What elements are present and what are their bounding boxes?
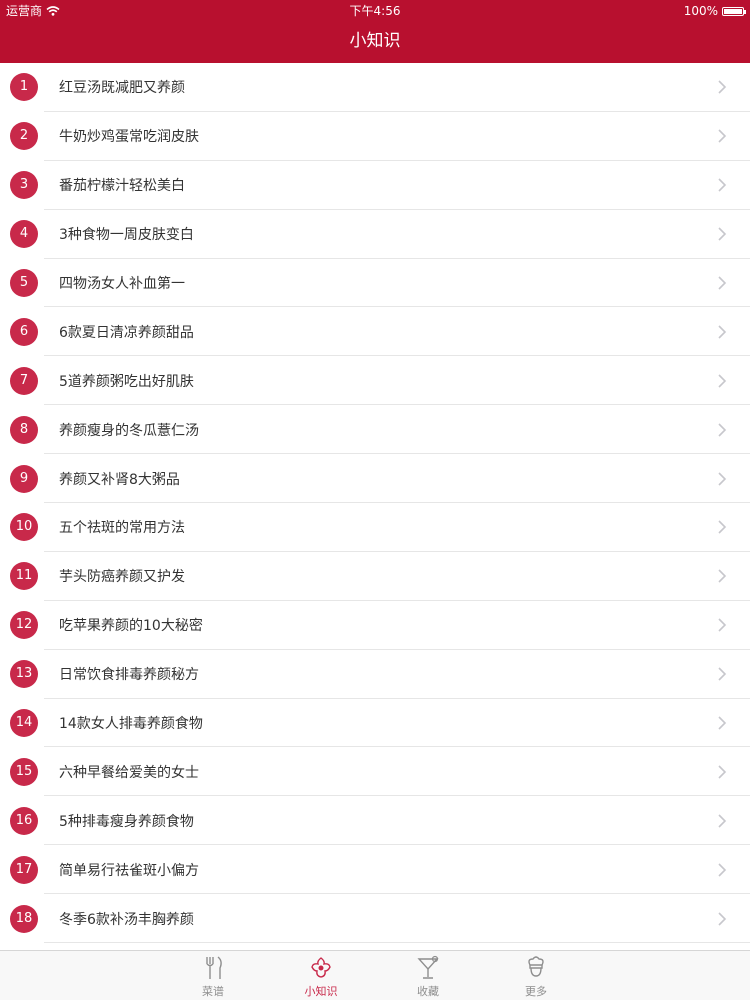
item-title: 冬季6款补汤丰胸养颜 <box>59 911 194 928</box>
list-item[interactable]: 5 四物汤女人补血第一 <box>0 259 750 308</box>
item-title: 四物汤女人补血第一 <box>59 276 185 292</box>
item-title: 5种排毒瘦身养颜食物 <box>59 813 194 830</box>
tab-more[interactable]: 更多 <box>506 955 566 999</box>
chevron-right-icon <box>718 716 727 730</box>
item-number-badge: 6 <box>10 317 38 346</box>
item-title: 番茄柠檬汁轻松美白 <box>59 178 185 195</box>
item-title: 14款女人排毒养颜食物 <box>59 716 203 733</box>
item-title: 3种食物一周皮肤变白 <box>59 227 194 244</box>
nav-header: 运营商 下午4:56 100% 小知识 <box>0 0 750 63</box>
list-item[interactable]: 15 六种早餐给爱美的女士 <box>0 747 750 797</box>
fork-knife-icon <box>206 956 222 979</box>
tab-favorites[interactable]: 收藏 <box>398 955 458 999</box>
tab-label: 小知识 <box>304 985 338 998</box>
flower-icon <box>311 957 331 978</box>
list-item[interactable]: 9 养颜又补肾8大粥品 <box>0 454 750 503</box>
item-number-badge: 18 <box>10 904 38 933</box>
tips-list: 1 红豆汤既减肥又养颜 2 牛奶炒鸡蛋常吃润皮肤 3 番茄柠檬汁轻松美白 4 3种食物一… <box>0 63 750 950</box>
list-item[interactable]: 8 养颜瘦身的冬瓜薏仁汤 <box>0 405 750 455</box>
item-title: 芋头防癌养颜又护发 <box>59 569 185 586</box>
battery-percent: 100% <box>683 4 718 18</box>
chevron-right-icon <box>718 471 727 486</box>
item-number-badge: 14 <box>10 709 38 738</box>
list-item[interactable]: 13 日常饮食排毒养颜秘方 <box>0 650 750 699</box>
item-title: 6款夏日清凉养颜甜品 <box>59 324 194 341</box>
item-number-badge: 10 <box>10 513 38 542</box>
item-number-badge: 17 <box>10 855 38 884</box>
item-title: 牛奶炒鸡蛋常吃润皮肤 <box>59 129 199 146</box>
chevron-right-icon <box>718 765 727 779</box>
chevron-right-icon <box>718 520 727 535</box>
battery-icon <box>722 6 746 16</box>
item-number-badge: 5 <box>10 269 38 297</box>
list-item[interactable]: 4 3种食物一周皮肤变白 <box>0 210 750 259</box>
item-title: 养颜又补肾8大粥品 <box>59 471 180 488</box>
list-item[interactable]: 11 芋头防癌养颜又护发 <box>0 552 750 601</box>
item-number-badge: 12 <box>10 611 38 640</box>
tab-tips[interactable]: 小知识 <box>291 955 351 999</box>
tab-recipes[interactable]: 菜谱 <box>183 955 243 999</box>
item-title: 五个祛斑的常用方法 <box>59 520 185 537</box>
item-number-badge: 4 <box>10 220 38 249</box>
item-title: 吃苹果养颜的10大秘密 <box>59 618 203 635</box>
chevron-right-icon <box>718 569 727 583</box>
cocktail-icon <box>417 955 439 979</box>
list-item[interactable]: 2 牛奶炒鸡蛋常吃润皮肤 <box>0 112 750 161</box>
page-title: 小知识 <box>349 31 401 51</box>
list-item[interactable]: 16 5种排毒瘦身养颜食物 <box>0 796 750 846</box>
chevron-right-icon <box>718 667 727 681</box>
chevron-right-icon <box>718 178 727 192</box>
item-title: 红豆汤既减肥又养颜 <box>59 80 185 97</box>
list-item[interactable]: 6 6款夏日清凉养颜甜品 <box>0 307 750 357</box>
list-item[interactable]: 7 5道养颜粥吃出好肌肤 <box>0 356 750 406</box>
list-item[interactable]: 3 番茄柠檬汁轻松美白 <box>0 161 750 210</box>
item-title: 5道养颜粥吃出好肌肤 <box>59 373 194 390</box>
item-number-badge: 7 <box>10 366 38 395</box>
tab-label: 收藏 <box>417 985 439 998</box>
item-title: 养颜瘦身的冬瓜薏仁汤 <box>59 422 199 439</box>
chevron-right-icon <box>718 814 727 828</box>
list-item[interactable]: 17 简单易行祛雀斑小偏方 <box>0 845 750 895</box>
item-number-badge: 3 <box>10 171 38 200</box>
tab-bar: 菜谱 小知识 收藏 更多 <box>0 950 750 1000</box>
chevron-right-icon <box>718 129 727 143</box>
item-number-badge: 2 <box>10 122 38 151</box>
list-item[interactable]: 14 14款女人排毒养颜食物 <box>0 699 750 748</box>
item-number-badge: 11 <box>10 562 38 591</box>
item-title: 六种早餐给爱美的女士 <box>59 764 199 781</box>
list-item[interactable]: 10 五个祛斑的常用方法 <box>0 503 750 552</box>
chevron-right-icon <box>718 863 727 877</box>
chevron-right-icon <box>718 912 727 926</box>
tab-label: 更多 <box>525 985 547 998</box>
item-number-badge: 16 <box>10 806 38 835</box>
chevron-right-icon <box>718 618 727 632</box>
item-title: 日常饮食排毒养颜秘方 <box>59 667 199 684</box>
item-number-badge: 1 <box>10 73 38 102</box>
chevron-right-icon <box>718 227 727 241</box>
chef-icon <box>528 956 544 977</box>
status-bar: 运营商 下午4:56 100% <box>0 0 750 22</box>
item-number-badge: 15 <box>10 757 38 786</box>
chevron-right-icon <box>718 325 727 339</box>
list-item[interactable]: 18 冬季6款补汤丰胸养颜 <box>0 894 750 943</box>
status-time: 下午4:56 <box>349 4 401 18</box>
item-title: 简单易行祛雀斑小偏方 <box>59 862 199 879</box>
chevron-right-icon <box>718 80 727 95</box>
chevron-right-icon <box>718 374 727 388</box>
item-number-badge: 8 <box>10 415 38 444</box>
list-item[interactable]: 12 吃苹果养颜的10大秘密 <box>0 601 750 650</box>
item-number-badge: 13 <box>10 660 38 689</box>
chevron-right-icon <box>718 423 727 437</box>
tab-label: 菜谱 <box>202 985 224 998</box>
list-item[interactable]: 1 红豆汤既减肥又养颜 <box>0 63 750 112</box>
item-number-badge: 9 <box>10 464 38 493</box>
chevron-right-icon <box>718 276 727 290</box>
